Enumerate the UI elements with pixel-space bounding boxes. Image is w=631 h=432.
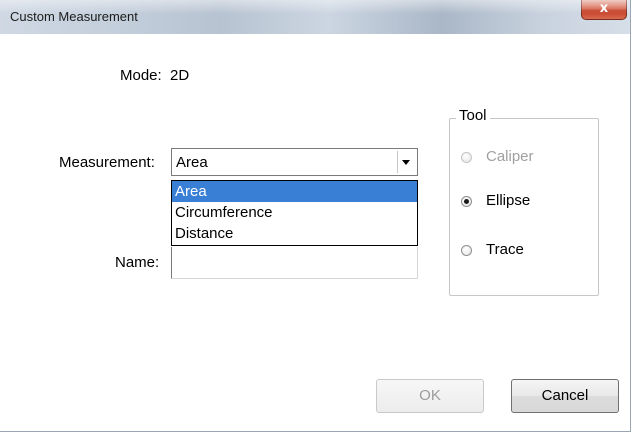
window-title: Custom Measurement — [10, 9, 138, 24]
mode-value: 2D — [170, 67, 190, 84]
caliper-radio — [461, 152, 472, 163]
dialog-body: Mode: 2D Measurement: Area Area Circumfe… — [0, 34, 630, 431]
name-label: Name: — [115, 254, 160, 271]
custom-measurement-dialog: Custom Measurement x Mode: 2D Measuremen… — [0, 0, 631, 432]
ellipse-radio-label[interactable]: Ellipse — [486, 192, 530, 209]
close-button[interactable]: x — [581, 0, 627, 20]
measurement-combobox[interactable]: Area — [171, 148, 418, 176]
ellipse-radio[interactable] — [461, 196, 472, 207]
chevron-down-icon[interactable] — [397, 151, 415, 173]
measurement-selected-value: Area — [176, 154, 208, 171]
close-icon: x — [599, 1, 609, 16]
caliper-radio-label: Caliper — [486, 148, 534, 165]
trace-radio-label[interactable]: Trace — [486, 241, 524, 258]
cancel-button[interactable]: Cancel — [511, 379, 619, 413]
trace-radio[interactable] — [461, 245, 472, 256]
measurement-label: Measurement: — [59, 154, 155, 171]
ok-button[interactable]: OK — [376, 379, 484, 413]
tool-legend: Tool — [456, 107, 490, 124]
dropdown-option-area[interactable]: Area — [172, 181, 417, 202]
measurement-dropdown-list: Area Circumference Distance — [171, 180, 418, 246]
mode-label: Mode: — [120, 67, 162, 84]
name-input[interactable] — [171, 247, 418, 279]
dropdown-option-circumference[interactable]: Circumference — [172, 202, 417, 223]
dropdown-option-distance[interactable]: Distance — [172, 223, 417, 244]
title-bar[interactable]: Custom Measurement x — [0, 0, 630, 34]
